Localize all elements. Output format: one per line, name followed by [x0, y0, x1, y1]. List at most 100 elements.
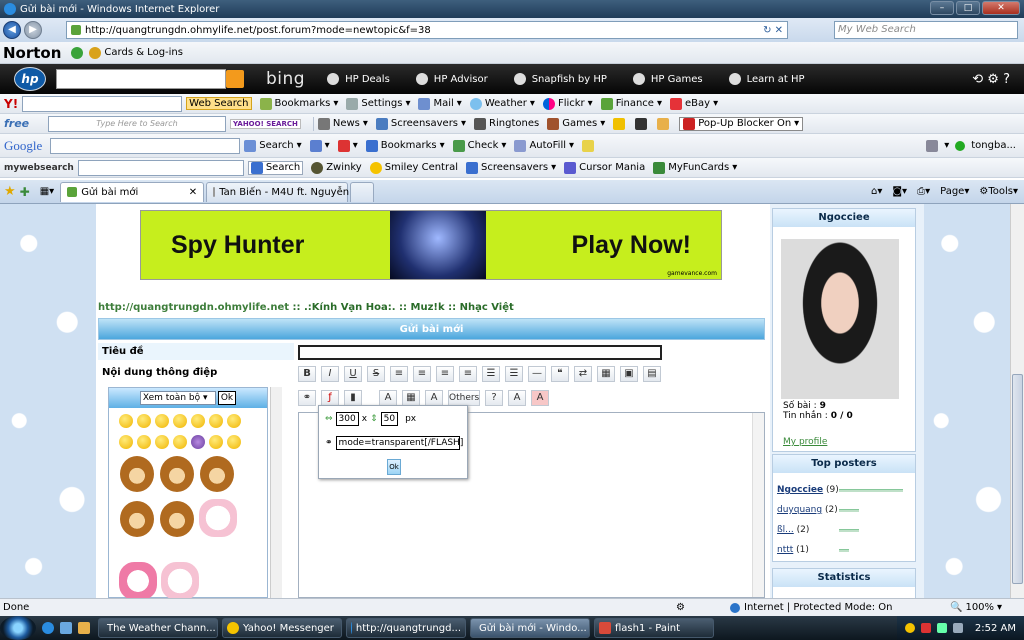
yahoo-logo[interactable]: Y!	[4, 97, 18, 111]
smiley-icon[interactable]	[119, 435, 133, 449]
ie-quicklaunch-icon[interactable]	[42, 622, 54, 634]
flash-ok-button[interactable]: Ok	[387, 459, 401, 475]
refresh-icon[interactable]: ↻ ✕	[763, 25, 783, 36]
task-quangtrung[interactable]: http://quangtrungd...	[346, 618, 466, 638]
task-weather[interactable]: The Weather Chann...	[98, 618, 218, 638]
link-button[interactable]: ⚭	[298, 390, 316, 406]
freecause-search-input[interactable]: Type Here to Search	[48, 115, 226, 132]
popup-blocker-button[interactable]: Pop-Up Blocker On ▾	[679, 116, 804, 131]
smiley-icon[interactable]	[119, 414, 133, 428]
title-input[interactable]	[298, 345, 662, 360]
table-button[interactable]: ▦	[597, 366, 615, 382]
smiley-icon[interactable]	[209, 414, 223, 428]
yahoo-flickr-button[interactable]: Flickr ▾	[542, 97, 593, 110]
hp-settings-icons[interactable]: ⟲ ⚙ ?	[972, 72, 1010, 87]
hp-advisor-link[interactable]: HP Advisor	[415, 73, 488, 85]
align-center-button[interactable]: ≡	[413, 366, 431, 382]
task-new-post[interactable]: Gửi bài mới - Windo...	[470, 618, 590, 638]
home-icon[interactable]: ⌂▾	[871, 186, 882, 197]
cards-logins-button[interactable]: Cards & Log-ins	[89, 46, 183, 59]
forward-button[interactable]: ▶	[24, 21, 42, 39]
minimize-button[interactable]: –	[930, 1, 954, 15]
smiley-ok-button[interactable]: Ok	[217, 391, 237, 405]
tab-tan-bien[interactable]: Tan Biến - M4U ft. Nguyễn...	[206, 181, 359, 202]
size-button[interactable]: A	[425, 390, 443, 406]
myweb-search-button[interactable]: Search	[247, 160, 304, 175]
flash-width-input[interactable]: 300	[335, 412, 359, 426]
games-button[interactable]: Games ▾	[547, 117, 605, 130]
hp-deals-link[interactable]: HP Deals	[327, 73, 390, 85]
freecause-logo[interactable]: free	[4, 117, 44, 130]
close-button[interactable]: ✕	[982, 1, 1020, 15]
pink-cat-icon[interactable]	[199, 499, 237, 537]
google-plus-button[interactable]: ▾	[309, 139, 330, 152]
tools-menu[interactable]: ⚙Tools▾	[979, 186, 1018, 197]
breadcrumb-path[interactable]: :: .:Kính Vạn Hoa:. :: Muz!k :: Nhạc Việ…	[293, 302, 514, 313]
flash-height-input[interactable]: 50	[380, 412, 399, 426]
smiley-icon[interactable]	[209, 435, 223, 449]
url-input[interactable]: http://quangtrungdn.ohmylife.net/post.fo…	[66, 21, 788, 39]
yahoo-finance-button[interactable]: Finance ▾	[600, 97, 662, 110]
myfuncards-button[interactable]: MyFunCards ▾	[653, 161, 737, 174]
poster-name[interactable]: nttt	[777, 545, 793, 555]
bold-button[interactable]: B	[298, 366, 316, 382]
smiley-scrollbar[interactable]	[270, 387, 282, 598]
hr-button[interactable]: —	[528, 366, 546, 382]
favorites-star-icon[interactable]: ★	[4, 184, 16, 199]
hp-search-input[interactable]	[56, 69, 226, 89]
others-button[interactable]: Others	[448, 390, 480, 406]
google-search-button[interactable]: Search ▾	[244, 139, 302, 152]
google-autofill-button[interactable]: AutoFill ▾	[514, 139, 574, 152]
explorer-quicklaunch-icon[interactable]	[78, 622, 90, 634]
tab-new-post[interactable]: Gửi bài mới ✕	[60, 181, 205, 202]
feeds-icon[interactable]: ◙▾	[892, 186, 907, 197]
smiley-icon[interactable]	[227, 414, 241, 428]
page-menu[interactable]: Page▾	[940, 186, 969, 197]
font-button[interactable]: A	[379, 390, 397, 406]
smiley-icon[interactable]	[137, 414, 151, 428]
google-logo[interactable]: Google	[4, 138, 42, 154]
yahoo-ebay-button[interactable]: eBay ▾	[670, 97, 718, 110]
underline-button[interactable]: U	[344, 366, 362, 382]
yahoo-settings-button[interactable]: Settings ▾	[346, 97, 410, 110]
hp-games-link[interactable]: HP Games	[632, 73, 703, 85]
music-icon[interactable]	[613, 117, 626, 130]
italic-button[interactable]: I	[321, 366, 339, 382]
monkey-bye-icon[interactable]	[120, 456, 154, 492]
quote-button[interactable]: ❝	[551, 366, 569, 382]
page-scrollbar[interactable]	[1010, 204, 1024, 598]
image-button[interactable]: ▣	[620, 366, 638, 382]
norton-logo[interactable]: Norton	[3, 44, 61, 62]
hp-logo[interactable]: hp	[14, 67, 46, 91]
flash-url-input[interactable]: mode=transparent[/FLASH]	[335, 436, 463, 450]
list-number-button[interactable]: ☰	[505, 366, 523, 382]
zoom-control[interactable]: 🔍 100% ▾	[950, 602, 1002, 613]
monkey-icon[interactable]	[200, 456, 234, 492]
yahoo-bookmarks-button[interactable]: Bookmarks ▾	[259, 97, 338, 110]
smiley-icon[interactable]	[155, 414, 169, 428]
myweb-screensavers-button[interactable]: Screensavers ▾	[466, 161, 556, 174]
desktop-quicklaunch-icon[interactable]	[60, 622, 72, 634]
tray-network-icon[interactable]	[936, 623, 947, 633]
bunny-icon[interactable]	[161, 562, 199, 598]
zwinky-button[interactable]: Zwinky	[311, 161, 362, 174]
google-search-input[interactable]	[50, 137, 241, 154]
site-link[interactable]: http://quangtrungdn.ohmylife.net	[98, 302, 289, 313]
tray-norton-icon[interactable]	[920, 623, 931, 633]
snapfish-link[interactable]: Snapfish by HP	[513, 73, 607, 85]
strike-button[interactable]: S	[367, 366, 385, 382]
remove-format-button[interactable]: A	[531, 390, 549, 406]
flash-button[interactable]: ▤	[643, 366, 661, 382]
smiley-icon[interactable]	[137, 435, 151, 449]
task-yahoo-messenger[interactable]: Yahoo! Messenger	[222, 618, 342, 638]
close-tab-icon[interactable]: ✕	[189, 187, 197, 198]
back-button[interactable]: ◀	[3, 21, 21, 39]
color-button[interactable]: ▦	[402, 390, 420, 406]
align-left-button[interactable]: ≡	[390, 366, 408, 382]
monkey-icon[interactable]	[120, 501, 154, 537]
clock[interactable]: 2:52 AM	[975, 623, 1016, 634]
learn-hp-link[interactable]: Learn at HP	[728, 73, 805, 85]
google-check-button[interactable]: Check ▾	[452, 139, 506, 152]
news-button[interactable]: News ▾	[317, 117, 368, 130]
cursor-mania-button[interactable]: Cursor Mania	[564, 161, 645, 174]
